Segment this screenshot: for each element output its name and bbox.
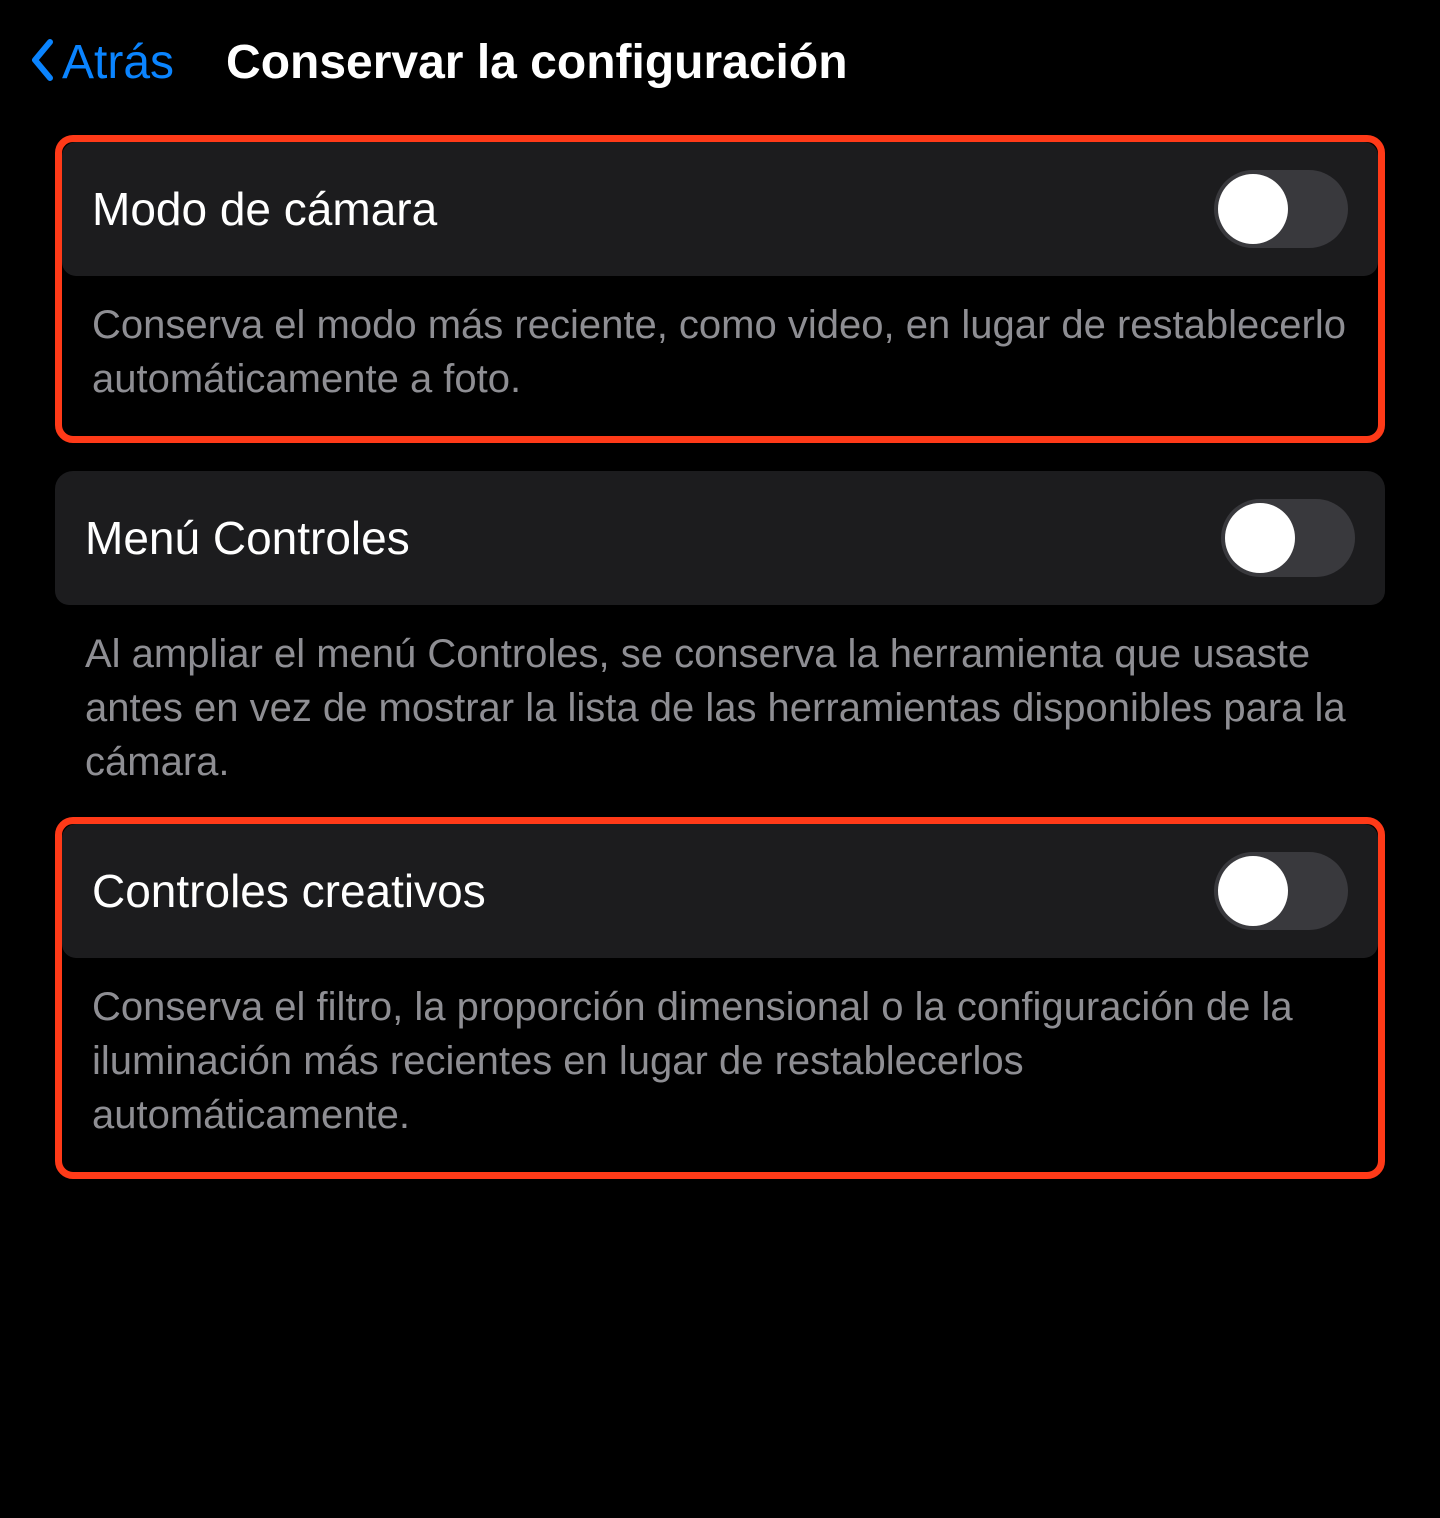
- setting-label: Controles creativos: [92, 864, 486, 918]
- setting-row-controls-menu: Menú Controles: [55, 471, 1385, 605]
- toggle-knob: [1225, 503, 1295, 573]
- setting-group-camera-mode: Modo de cámara Conserva el modo más reci…: [55, 135, 1385, 443]
- setting-label: Modo de cámara: [92, 182, 437, 236]
- toggle-creative-controls[interactable]: [1214, 852, 1348, 930]
- toggle-knob: [1218, 856, 1288, 926]
- back-label: Atrás: [62, 35, 174, 90]
- chevron-left-icon: [30, 39, 54, 86]
- setting-label: Menú Controles: [85, 511, 410, 565]
- toggle-knob: [1218, 174, 1288, 244]
- toggle-controls-menu[interactable]: [1221, 499, 1355, 577]
- setting-description: Al ampliar el menú Controles, se conserv…: [55, 605, 1385, 789]
- toggle-camera-mode[interactable]: [1214, 170, 1348, 248]
- setting-row-camera-mode: Modo de cámara: [62, 142, 1378, 276]
- page-title: Conservar la configuración: [226, 35, 848, 90]
- setting-group-creative-controls: Controles creativos Conserva el filtro, …: [55, 817, 1385, 1179]
- setting-group-controls-menu: Menú Controles Al ampliar el menú Contro…: [55, 471, 1385, 789]
- setting-description: Conserva el modo más reciente, como vide…: [62, 276, 1378, 406]
- page-header: Atrás Conservar la configuración: [0, 0, 1440, 125]
- back-button[interactable]: Atrás: [30, 35, 174, 90]
- setting-description: Conserva el filtro, la proporción dimens…: [62, 958, 1378, 1142]
- setting-row-creative-controls: Controles creativos: [62, 824, 1378, 958]
- settings-list: Modo de cámara Conserva el modo más reci…: [0, 125, 1440, 1262]
